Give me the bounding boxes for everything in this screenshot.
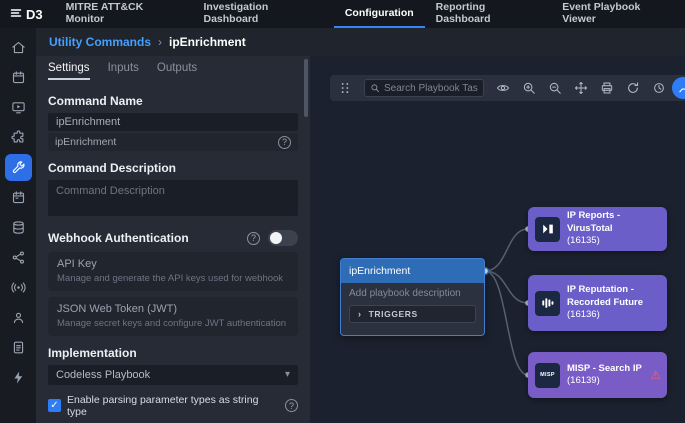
task-title: MISP - Search IP [567,363,642,374]
triggers-button[interactable]: › TRIGGERS [349,305,476,323]
parsing-checkbox-row: ✓ Enable parsing parameter types as stri… [48,394,298,418]
implementation-value: Codeless Playbook [56,369,150,381]
document-icon[interactable] [5,334,32,361]
breadcrumb-parent-link[interactable]: Utility Commands [49,35,151,49]
panel-scrollbar[interactable] [304,59,308,117]
command-name-display-row: ipEnrichment ? [48,133,298,151]
api-key-title: API Key [57,258,289,270]
playbook-canvas[interactable]: ipEnrichment Add playbook description › … [310,56,685,423]
main-node-ipenrichment[interactable]: ipEnrichment Add playbook description › … [340,258,485,336]
task-node-recorded-future[interactable]: IP Reputation - Recorded Future (16136) [528,275,667,331]
top-nav-items: MITRE ATT&CK Monitor Investigation Dashb… [55,0,685,28]
webhook-toggle-knob [270,232,282,244]
command-description-label: Command Description [48,161,298,175]
nav-event-playbook-viewer[interactable]: Event Playbook Viewer [551,0,685,28]
webhook-toggle[interactable] [268,230,298,246]
command-description-input[interactable] [48,180,298,216]
tab-outputs[interactable]: Outputs [157,62,197,80]
chevron-right-icon: › [358,309,362,319]
task-node-virustotal[interactable]: IP Reports - VirusTotal (16135) [528,207,667,251]
tab-settings[interactable]: Settings [48,62,90,80]
lightning-icon[interactable] [5,364,32,391]
puzzle-icon[interactable] [5,124,32,151]
task-title: IP Reports - VirusTotal [567,210,620,233]
breadcrumb: Utility Commands › ipEnrichment [36,28,685,56]
utility-tools-icon[interactable] [5,154,32,181]
assistant-button[interactable] [672,77,685,99]
command-name-label: Command Name [48,94,298,108]
task-id: (16136) [567,309,600,320]
logo-bars-icon [10,7,22,22]
command-name-display: ipEnrichment [55,136,116,148]
app-logo[interactable]: D3 [0,0,55,28]
virustotal-icon [535,217,560,242]
schedule-icon[interactable] [5,184,32,211]
main-node-title: ipEnrichment [341,259,484,283]
preview-eye-icon[interactable] [496,81,510,95]
command-name-input[interactable] [48,113,298,131]
monitor-play-icon[interactable] [5,94,32,121]
user-badge-icon[interactable] [5,304,32,331]
jwt-card[interactable]: JSON Web Token (JWT) Manage secret keys … [48,297,298,336]
refresh-icon[interactable] [626,81,640,95]
api-key-description: Manage and generate the API keys used fo… [57,273,289,285]
parsing-help-icon[interactable]: ? [285,399,298,412]
history-clock-icon[interactable] [652,81,666,95]
api-key-card[interactable]: API Key Manage and generate the API keys… [48,252,298,291]
zoom-out-icon[interactable] [548,81,562,95]
drag-handle-icon[interactable] [338,81,352,95]
task-search-input[interactable] [384,83,478,94]
jwt-description: Manage secret keys and configure JWT aut… [57,318,289,330]
parsing-checkbox[interactable]: ✓ [48,399,61,412]
canvas-toolbar [330,75,685,101]
icon-sidebar [0,28,36,423]
panel-tabs: Settings Inputs Outputs [48,62,298,80]
broadcast-icon[interactable] [5,274,32,301]
triggers-label: TRIGGERS [369,309,418,319]
print-icon[interactable] [600,81,614,95]
implementation-label: Implementation [48,346,298,360]
task-title: IP Reputation - Recorded Future [567,284,643,307]
home-icon[interactable] [5,34,32,61]
pan-move-icon[interactable] [574,81,588,95]
webhook-help-icon[interactable]: ? [247,232,260,245]
nav-configuration[interactable]: Configuration [334,0,425,28]
tab-inputs[interactable]: Inputs [108,62,139,80]
top-nav: D3 MITRE ATT&CK Monitor Investigation Da… [0,0,685,28]
recorded-future-icon [535,291,560,316]
breadcrumb-separator: › [158,35,162,49]
nav-reporting-dashboard[interactable]: Reporting Dashboard [425,0,552,28]
nav-investigation-dashboard[interactable]: Investigation Dashboard [193,0,334,28]
database-icon[interactable] [5,214,32,241]
command-name-help-icon[interactable]: ? [278,136,291,149]
chevron-down-icon: ▾ [285,369,290,380]
jwt-title: JSON Web Token (JWT) [57,303,289,315]
webhook-authentication-row: Webhook Authentication ? [48,230,298,246]
calendar-icon[interactable] [5,64,32,91]
zoom-in-icon[interactable] [522,81,536,95]
logo-text: D3 [26,7,43,22]
implementation-select[interactable]: Codeless Playbook ▾ [48,365,298,385]
settings-panel: Settings Inputs Outputs Command Name ipE… [36,56,310,423]
task-id: (16135) [567,235,600,246]
task-node-misp[interactable]: MISP MISP - Search IP (16139) ⚠ [528,352,667,398]
parsing-checkbox-label: Enable parsing parameter types as string… [67,394,279,418]
misp-icon: MISP [535,363,560,388]
task-id: (16139) [567,375,600,386]
share-network-icon[interactable] [5,244,32,271]
task-search [364,79,484,97]
nav-mitre-attck-monitor[interactable]: MITRE ATT&CK Monitor [55,0,193,28]
search-icon [370,83,380,93]
warning-icon[interactable]: ⚠ [650,368,661,382]
breadcrumb-current: ipEnrichment [169,35,246,49]
webhook-authentication-label: Webhook Authentication [48,231,189,245]
main-node-description[interactable]: Add playbook description [341,283,484,299]
app-root: D3 MITRE ATT&CK Monitor Investigation Da… [0,0,685,423]
